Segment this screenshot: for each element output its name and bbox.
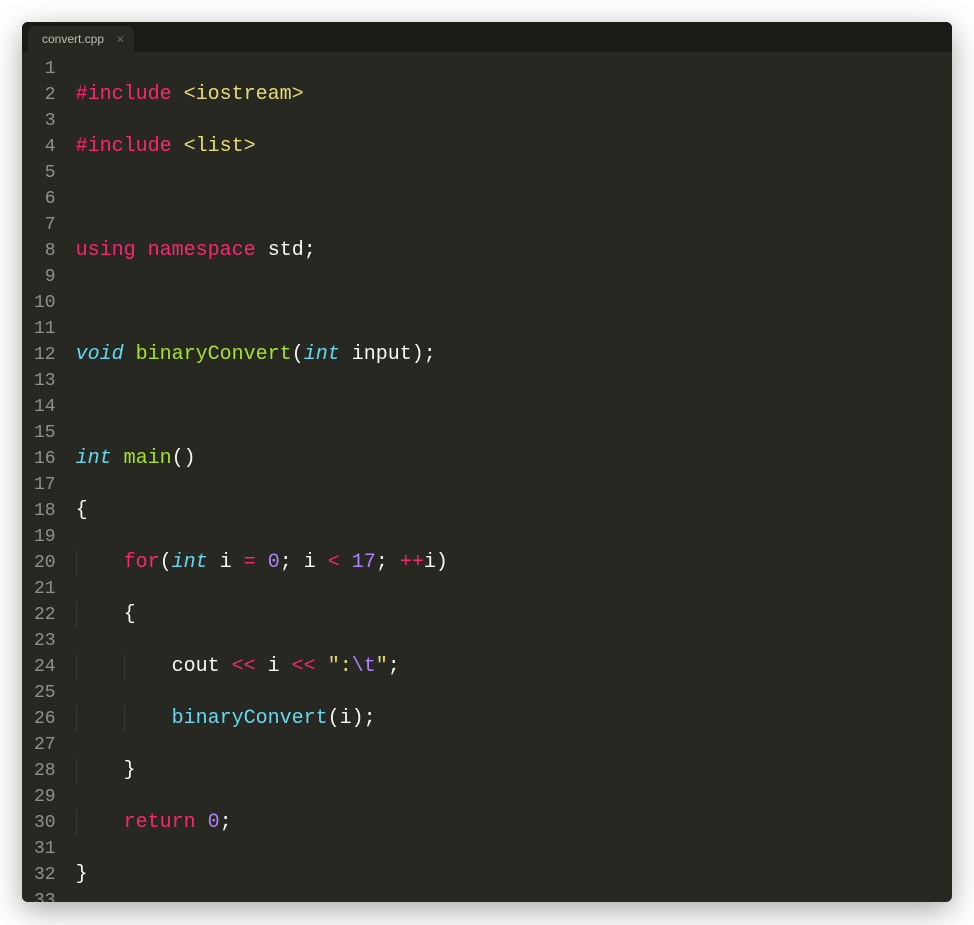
line-number: 14 — [34, 394, 56, 420]
line-number: 10 — [34, 290, 56, 316]
line-number: 7 — [34, 212, 56, 238]
code-area[interactable]: #include <iostream> #include <list> usin… — [72, 52, 952, 902]
line-number: 19 — [34, 524, 56, 550]
file-tab[interactable]: convert.cpp × — [28, 26, 134, 52]
line-number: 9 — [34, 264, 56, 290]
code-line[interactable]: } — [76, 862, 952, 888]
code-line[interactable]: binaryConvert(i); — [76, 706, 952, 732]
code-line[interactable] — [76, 394, 952, 420]
line-number: 18 — [34, 498, 56, 524]
line-number: 23 — [34, 628, 56, 654]
line-number: 24 — [34, 654, 56, 680]
line-number: 17 — [34, 472, 56, 498]
line-number: 13 — [34, 368, 56, 394]
code-line[interactable]: cout << i << ":\t"; — [76, 654, 952, 680]
line-number: 31 — [34, 836, 56, 862]
code-line[interactable]: { — [76, 602, 952, 628]
code-line[interactable]: #include <iostream> — [76, 82, 952, 108]
editor-area[interactable]: 1234567891011121314151617181920212223242… — [22, 52, 952, 902]
code-line[interactable]: return 0; — [76, 810, 952, 836]
code-line[interactable] — [76, 290, 952, 316]
code-line[interactable]: void binaryConvert(int input); — [76, 342, 952, 368]
line-number: 32 — [34, 862, 56, 888]
line-number: 3 — [34, 108, 56, 134]
line-number: 5 — [34, 160, 56, 186]
line-number: 28 — [34, 758, 56, 784]
code-line[interactable]: int main() — [76, 446, 952, 472]
line-number: 30 — [34, 810, 56, 836]
code-line[interactable]: for(int i = 0; i < 17; ++i) — [76, 550, 952, 576]
line-number: 1 — [34, 56, 56, 82]
code-line[interactable]: } — [76, 758, 952, 784]
editor-window: convert.cpp × 12345678910111213141516171… — [22, 22, 952, 902]
code-line[interactable]: { — [76, 498, 952, 524]
line-number: 21 — [34, 576, 56, 602]
tab-bar: convert.cpp × — [22, 22, 952, 52]
line-number: 12 — [34, 342, 56, 368]
code-line[interactable] — [76, 186, 952, 212]
line-number: 11 — [34, 316, 56, 342]
line-number-gutter: 1234567891011121314151617181920212223242… — [22, 52, 72, 902]
code-line[interactable]: using namespace std; — [76, 238, 952, 264]
line-number: 25 — [34, 680, 56, 706]
line-number: 22 — [34, 602, 56, 628]
line-number: 8 — [34, 238, 56, 264]
line-number: 4 — [34, 134, 56, 160]
close-icon[interactable]: × — [116, 32, 124, 47]
line-number: 27 — [34, 732, 56, 758]
line-number: 26 — [34, 706, 56, 732]
line-number: 15 — [34, 420, 56, 446]
line-number: 6 — [34, 186, 56, 212]
line-number: 16 — [34, 446, 56, 472]
line-number: 29 — [34, 784, 56, 810]
tab-filename: convert.cpp — [42, 32, 104, 46]
line-number: 2 — [34, 82, 56, 108]
code-line[interactable]: #include <list> — [76, 134, 952, 160]
line-number: 20 — [34, 550, 56, 576]
line-number: 33 — [34, 888, 56, 902]
